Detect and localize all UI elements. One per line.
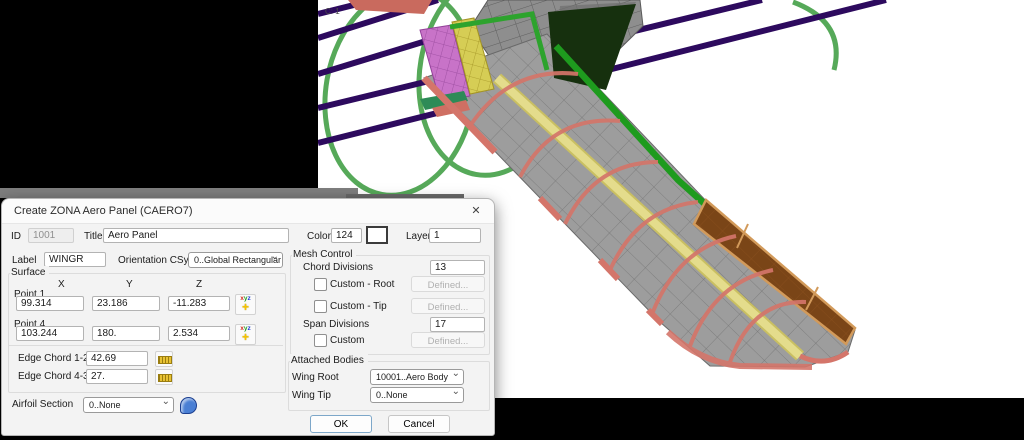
- dialog-title: Create ZONA Aero Panel (CAERO7): [14, 205, 193, 217]
- point1-y-field[interactable]: [92, 296, 160, 311]
- point4-y-field[interactable]: [92, 326, 160, 341]
- span-divisions-label: Span Divisions: [303, 319, 370, 330]
- color-swatch[interactable]: [366, 226, 388, 244]
- point1-coordinate-picker-button[interactable]: xyz +: [235, 294, 256, 315]
- airfoil-section-value: 0..None: [89, 400, 121, 410]
- chevron-down-icon: ⌄: [270, 251, 279, 262]
- mesh-control-group-label: Mesh Control: [292, 248, 357, 261]
- ruler-icon: [158, 374, 172, 382]
- surface-group-label: Surface: [10, 266, 50, 279]
- span-divisions-field[interactable]: [430, 317, 485, 332]
- ok-button[interactable]: OK: [310, 415, 372, 433]
- custom-root-checkbox[interactable]: [314, 278, 327, 291]
- attached-bodies-group-label: Attached Bodies: [290, 354, 368, 367]
- custom-root-label: Custom - Root: [330, 279, 395, 290]
- orientation-csys-label: Orientation CSys: [118, 255, 194, 266]
- custom-tip-label: Custom - Tip: [330, 301, 387, 312]
- point1-z-field[interactable]: [168, 296, 230, 311]
- chevron-down-icon: ⌄: [451, 368, 460, 379]
- wing-tip-label: Wing Tip: [292, 390, 331, 401]
- edge-chord-12-label: Edge Chord 1-2: [18, 353, 89, 364]
- wing-root-value: 10001..Aero Body: [376, 372, 449, 382]
- defined-tip-button[interactable]: Defined...: [411, 298, 485, 314]
- chord-divisions-label: Chord Divisions: [303, 262, 374, 273]
- custom-tip-checkbox[interactable]: [314, 300, 327, 313]
- point4-x-field[interactable]: [16, 326, 84, 341]
- window-edge-bar: [0, 188, 358, 198]
- layer-field[interactable]: [429, 228, 481, 243]
- left-black-panel: [0, 0, 318, 190]
- airfoil-icon: [180, 397, 197, 414]
- ruler-icon: [158, 356, 172, 364]
- color-label: Color: [307, 231, 331, 242]
- wing-root-dropdown[interactable]: 10001..Aero Body ⌄: [370, 368, 464, 385]
- custom-span-label: Custom: [330, 335, 365, 346]
- cancel-button[interactable]: Cancel: [388, 415, 450, 433]
- layer-label: Layer: [406, 231, 432, 242]
- column-y-label: Y: [126, 279, 133, 290]
- chevron-down-icon: ⌄: [161, 396, 170, 407]
- label-field[interactable]: [44, 252, 106, 267]
- close-icon[interactable]: ✕: [468, 203, 484, 219]
- point1-x-field[interactable]: [16, 296, 84, 311]
- point4-z-field[interactable]: [168, 326, 230, 341]
- dialog-titlebar[interactable]: Create ZONA Aero Panel (CAERO7) ✕: [2, 199, 494, 224]
- csys-view-label: C: 1: [325, 7, 340, 16]
- measure-edge-43-button[interactable]: [155, 369, 173, 385]
- column-x-label: X: [58, 279, 65, 290]
- surface-divider: [9, 345, 283, 346]
- id-label: ID: [11, 231, 21, 242]
- edge-chord-12-field[interactable]: [86, 351, 148, 366]
- title-label: Title: [84, 231, 103, 242]
- orientation-csys-dropdown[interactable]: 0..Global Rectangular ⌄: [188, 251, 283, 268]
- id-field[interactable]: [28, 228, 74, 243]
- crosshair-icon: +: [241, 330, 249, 344]
- defined-span-button[interactable]: Defined...: [411, 332, 485, 348]
- chord-divisions-field[interactable]: [430, 260, 485, 275]
- airfoil-section-label: Airfoil Section: [12, 399, 74, 410]
- title-field[interactable]: [103, 228, 289, 243]
- column-z-label: Z: [196, 279, 203, 290]
- airfoil-section-dropdown[interactable]: 0..None ⌄: [83, 396, 174, 413]
- edge-chord-43-label: Edge Chord 4-3: [18, 371, 89, 382]
- crosshair-icon: +: [241, 300, 249, 314]
- defined-root-button[interactable]: Defined...: [411, 276, 485, 292]
- orientation-csys-value: 0..Global Rectangular: [194, 255, 282, 265]
- chevron-down-icon: ⌄: [451, 386, 460, 397]
- custom-span-checkbox[interactable]: [314, 334, 327, 347]
- edge-chord-43-field[interactable]: [86, 369, 148, 384]
- wing-tip-dropdown[interactable]: 0..None ⌄: [370, 386, 464, 403]
- airfoil-library-button[interactable]: [179, 396, 197, 414]
- wing-tip-value: 0..None: [376, 390, 408, 400]
- wing-root-label: Wing Root: [292, 372, 339, 383]
- color-field[interactable]: [331, 228, 362, 243]
- point4-coordinate-picker-button[interactable]: xyz +: [235, 324, 256, 345]
- measure-edge-12-button[interactable]: [155, 351, 173, 367]
- create-zona-aero-panel-dialog: Create ZONA Aero Panel (CAERO7) ✕ ID Tit…: [1, 198, 495, 436]
